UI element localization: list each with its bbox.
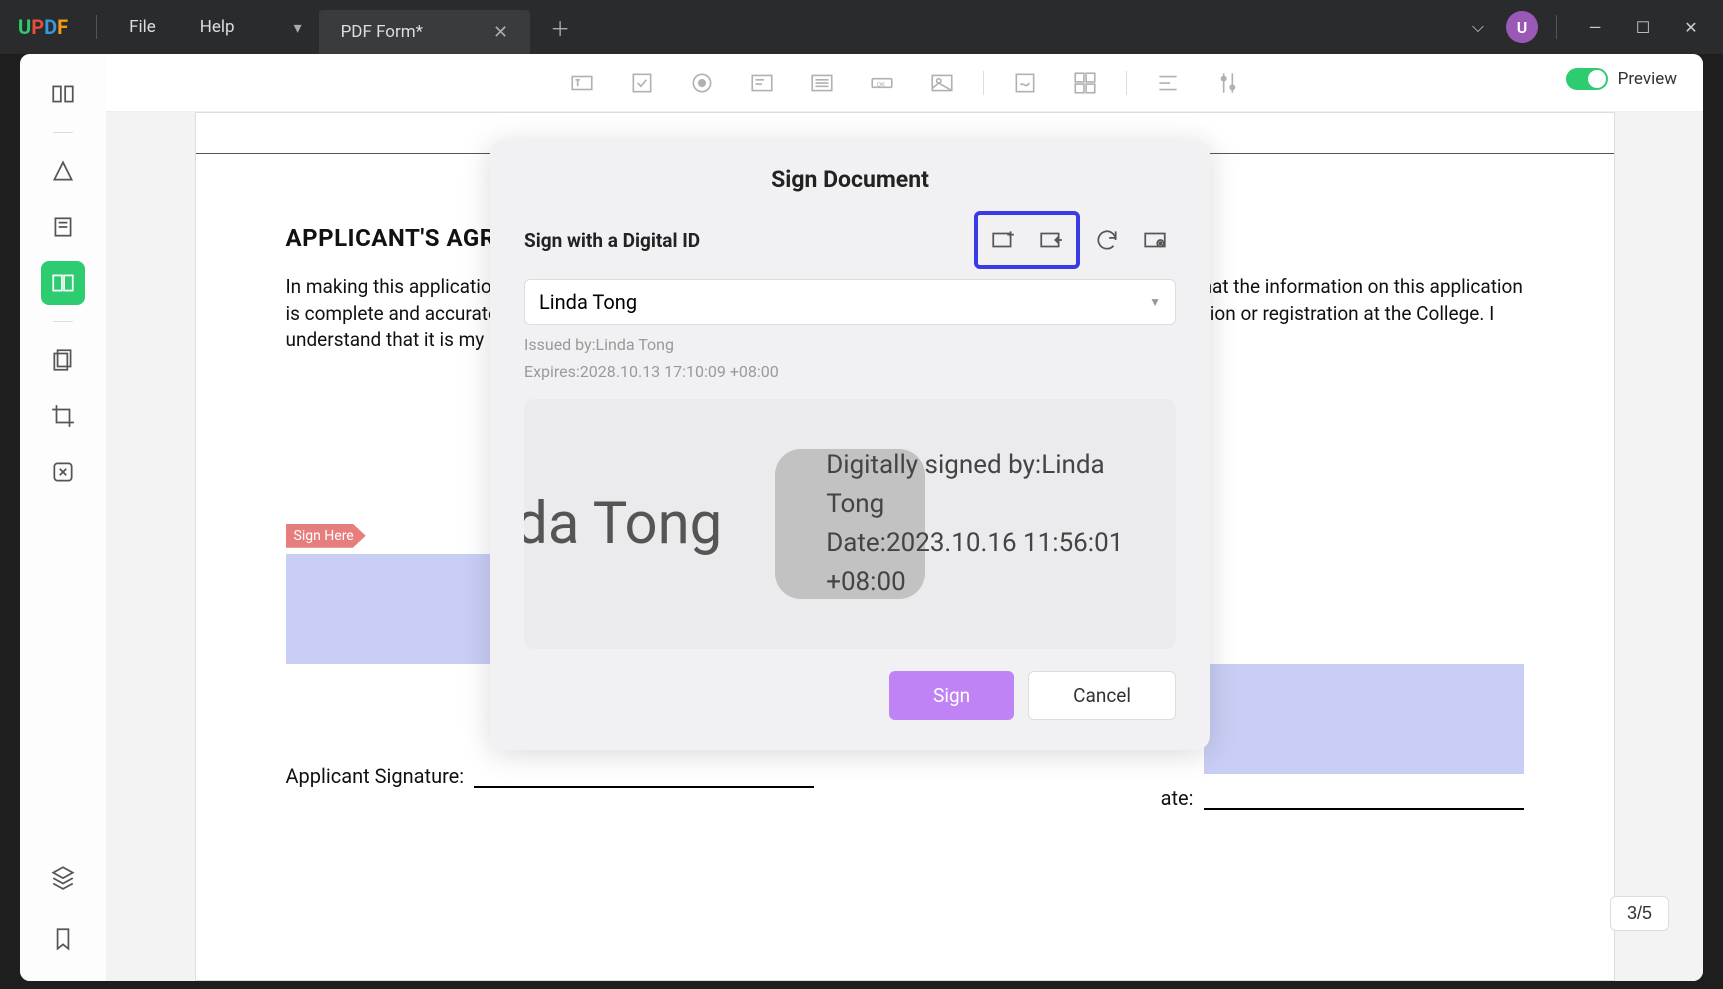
id-actions-highlight [974, 211, 1080, 269]
textfield-tool-icon[interactable] [563, 64, 601, 102]
edit-icon[interactable] [41, 205, 85, 249]
menu-help[interactable]: Help [178, 17, 257, 37]
separator [983, 71, 984, 95]
radio-tool-icon[interactable] [683, 64, 721, 102]
tab-pdf-form[interactable]: PDF Form* ✕ [319, 10, 531, 54]
tab-title: PDF Form* [341, 22, 423, 42]
signature-label-applicant: Applicant Signature: [286, 764, 465, 788]
thumbnails-icon[interactable] [41, 72, 85, 116]
separator [53, 132, 73, 133]
sign-here-tag: Sign Here [286, 524, 366, 548]
button-tool-icon[interactable]: OK [863, 64, 901, 102]
preview-label: Preview [1618, 69, 1677, 89]
titlebar: UPDF File Help ▾ PDF Form* ✕ ＋ ⌵ U — ☐ ✕ [0, 0, 1723, 54]
window-minimize-icon[interactable]: — [1575, 7, 1615, 47]
preview-date: Date:2023.10.16 11:56:01 +08:00 [826, 524, 1146, 602]
menu-file[interactable]: File [107, 17, 178, 37]
tab-close-icon[interactable]: ✕ [493, 22, 508, 43]
tab-add-button[interactable]: ＋ [538, 0, 582, 54]
sign-document-dialog: Sign Document Sign with a Digital ID Lin… [490, 140, 1210, 750]
bookmark-icon[interactable] [41, 917, 85, 961]
window-maximize-icon[interactable]: ☐ [1623, 7, 1663, 47]
form-toolbar: OK Preview [106, 54, 1703, 112]
selected-id-name: Linda Tong [539, 290, 637, 314]
refresh-icon[interactable] [1086, 220, 1128, 260]
grid-tool-icon[interactable] [1066, 64, 1104, 102]
view-id-icon[interactable] [1134, 220, 1176, 260]
svg-text:OK: OK [876, 80, 885, 88]
signature-field-date[interactable] [1204, 664, 1524, 774]
expires-text: Expires:2028.10.13 17:10:09 +08:00 [524, 358, 1176, 385]
page-indicator[interactable]: 3/5 [1610, 896, 1669, 931]
signature-line [474, 786, 814, 788]
sidebar [20, 54, 106, 981]
issued-by-text: Issued by:Linda Tong [524, 331, 1176, 358]
dropdown-arrow-icon: ▼ [1149, 295, 1161, 309]
pages-icon[interactable] [41, 338, 85, 382]
chevron-down-icon[interactable]: ⌵ [1458, 7, 1498, 47]
align-tool-icon[interactable] [1149, 64, 1187, 102]
digital-id-select[interactable]: Linda Tong ▼ [524, 279, 1176, 325]
highlight-icon[interactable] [41, 149, 85, 193]
separator [96, 15, 97, 39]
layers-icon[interactable] [41, 855, 85, 899]
create-id-icon[interactable] [980, 217, 1026, 263]
import-id-icon[interactable] [1028, 217, 1074, 263]
listbox-tool-icon[interactable] [803, 64, 841, 102]
date-line [1204, 808, 1524, 810]
window-close-icon[interactable]: ✕ [1671, 7, 1711, 47]
dialog-title: Sign Document [524, 166, 1176, 193]
signature-label-date: ate: [1161, 786, 1194, 810]
checkbox-tool-icon[interactable] [623, 64, 661, 102]
user-avatar[interactable]: U [1506, 11, 1538, 43]
separator [53, 321, 73, 322]
sign-button[interactable]: Sign [889, 671, 1014, 720]
preview-signer-name: Linda Tong [524, 490, 722, 558]
dialog-subtitle: Sign with a Digital ID [524, 229, 700, 252]
image-tool-icon[interactable] [923, 64, 961, 102]
sign-tool-icon[interactable] [1006, 64, 1044, 102]
cancel-button[interactable]: Cancel [1028, 671, 1176, 720]
signature-preview: Linda Tong Digitally signed by:Linda Ton… [524, 399, 1176, 649]
form-icon[interactable] [41, 261, 85, 305]
preview-toggle[interactable] [1566, 68, 1608, 90]
ocr-icon[interactable] [41, 450, 85, 494]
separator [1556, 15, 1557, 39]
separator [1126, 71, 1127, 95]
crop-icon[interactable] [41, 394, 85, 438]
properties-tool-icon[interactable] [1209, 64, 1247, 102]
app-logo: UPDF [0, 15, 86, 39]
tab-dropdown[interactable]: ▾ [277, 0, 319, 54]
dropdown-tool-icon[interactable] [743, 64, 781, 102]
preview-signed-by: Digitally signed by:Linda Tong [826, 446, 1146, 524]
